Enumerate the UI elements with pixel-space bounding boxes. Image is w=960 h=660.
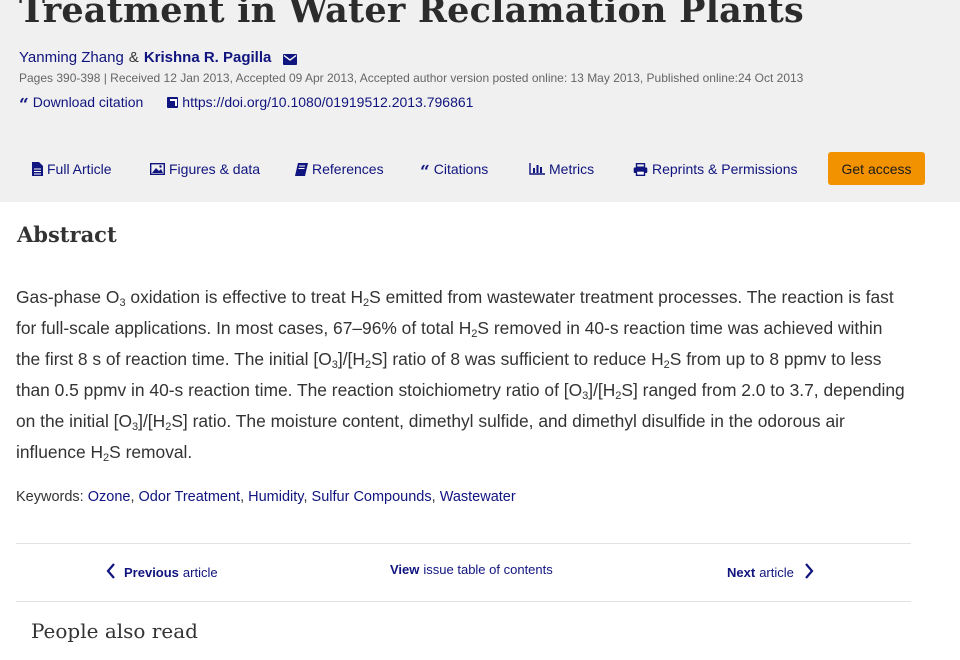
tab-figures[interactable]: Figures & data — [150, 152, 260, 186]
view-issue-toc-link[interactable]: View issue table of contents — [390, 562, 553, 577]
envelope-icon[interactable] — [283, 52, 298, 65]
image-icon — [150, 163, 165, 175]
tab-metrics-label: Metrics — [549, 161, 595, 177]
keyword-link[interactable]: Humidity — [248, 489, 303, 505]
chevron-left-icon — [106, 562, 116, 582]
keywords-label: Keywords: — [16, 489, 88, 505]
tab-reprints[interactable]: Reprints & Permissions — [633, 152, 798, 186]
article-header: Treatment in Water Reclamation Plants Ya… — [0, 0, 960, 202]
print-icon — [633, 162, 648, 176]
tab-references[interactable]: References — [295, 152, 384, 186]
document-icon — [32, 162, 43, 176]
tab-metrics[interactable]: Metrics — [529, 152, 594, 186]
tab-citations[interactable]: “ Citations — [420, 152, 488, 186]
get-access-button[interactable]: Get access — [828, 152, 925, 185]
tab-full-article[interactable]: Full Article — [32, 152, 112, 186]
next-article-link[interactable]: Next article — [727, 562, 814, 582]
keyword-link[interactable]: Wastewater — [440, 489, 516, 505]
download-citation-label: Download citation — [32, 94, 144, 110]
previous-article-link[interactable]: Previous article — [106, 562, 218, 582]
quote-icon: “ — [420, 162, 430, 182]
abstract-text: Gas-phase O3 oxidation is effective to t… — [16, 287, 905, 464]
quote-icon: “ — [19, 95, 29, 115]
chevron-right-icon — [804, 562, 814, 582]
divider — [16, 543, 911, 544]
download-citation-link[interactable]: “ Download citation — [19, 94, 144, 115]
authors: Yanming Zhang & Krishna R. Pagilla — [19, 49, 298, 66]
divider — [16, 601, 911, 602]
tab-full-article-label: Full Article — [47, 161, 112, 177]
author-link-pagilla[interactable]: Krishna R. Pagilla — [144, 49, 272, 66]
article-tabs: Full Article Figures & data References “… — [0, 152, 960, 186]
external-link-icon — [167, 96, 179, 108]
tab-references-label: References — [312, 161, 384, 177]
publication-info: Pages 390-398 | Received 12 Jan 2013, Ac… — [19, 71, 804, 85]
keyword-link[interactable]: Odor Treatment — [139, 489, 241, 505]
article-links: “ Download citation https://doi.org/10.1… — [19, 94, 473, 115]
doi-link[interactable]: https://doi.org/10.1080/01919512.2013.79… — [167, 94, 473, 110]
article-title: Treatment in Water Reclamation Plants — [19, 0, 804, 31]
keyword-link[interactable]: Sulfur Compounds — [312, 489, 432, 505]
keyword-link[interactable]: Ozone — [88, 489, 131, 505]
author-link-zhang[interactable]: Yanming Zhang — [19, 49, 124, 66]
people-also-read-heading: People also read — [31, 619, 198, 643]
author-separator: & — [128, 49, 139, 66]
tab-figures-label: Figures & data — [169, 161, 261, 177]
doi-label: https://doi.org/10.1080/01919512.2013.79… — [182, 94, 474, 110]
tab-citations-label: Citations — [433, 161, 489, 177]
keywords: Keywords: Ozone, Odor Treatment, Humidit… — [16, 489, 516, 505]
tab-reprints-label: Reprints & Permissions — [652, 161, 798, 177]
book-icon — [295, 162, 308, 176]
bar-chart-icon — [529, 163, 545, 175]
abstract-heading: Abstract — [17, 222, 117, 247]
